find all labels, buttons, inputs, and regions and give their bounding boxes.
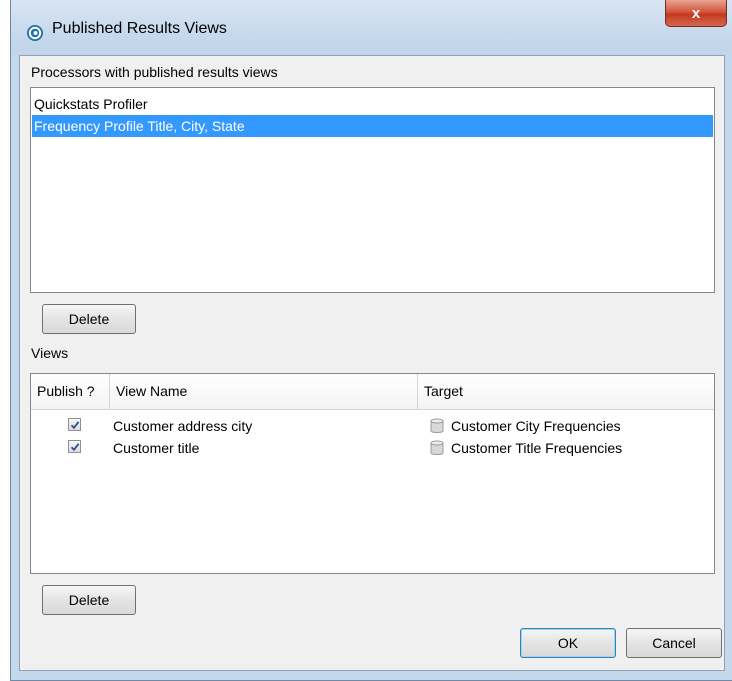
checkmark-icon bbox=[70, 442, 79, 451]
close-button[interactable]: x bbox=[665, 0, 727, 27]
views-table[interactable]: Publish ? View Name Target Customer addr… bbox=[30, 373, 715, 574]
view-name-cell: Customer address city bbox=[113, 418, 253, 434]
dialog-window: Published Results Views x Processors wit… bbox=[10, 0, 732, 681]
cancel-button[interactable]: Cancel bbox=[626, 628, 722, 658]
column-header-view-name[interactable]: View Name bbox=[110, 374, 418, 409]
close-icon: x bbox=[691, 4, 701, 22]
views-table-header: Publish ? View Name Target bbox=[31, 374, 714, 410]
delete-processor-button[interactable]: Delete bbox=[42, 304, 136, 334]
window-title: Published Results Views bbox=[52, 20, 227, 37]
processors-label: Processors with published results views bbox=[31, 64, 278, 80]
column-header-publish[interactable]: Publish ? bbox=[31, 374, 110, 409]
processor-item-quickstats[interactable]: Quickstats Profiler bbox=[32, 93, 713, 115]
database-icon bbox=[430, 440, 444, 455]
processor-item-frequency-profile[interactable]: Frequency Profile Title, City, State bbox=[32, 115, 713, 137]
publish-checkbox[interactable] bbox=[68, 418, 81, 431]
app-logo-icon bbox=[27, 25, 43, 41]
table-row[interactable]: Customer address city Customer City Freq… bbox=[31, 415, 714, 437]
publish-checkbox[interactable] bbox=[68, 440, 81, 453]
table-row[interactable]: Customer title Customer Title Frequencie… bbox=[31, 437, 714, 459]
dialog-body: Processors with published results views … bbox=[19, 55, 725, 671]
ok-button[interactable]: OK bbox=[520, 628, 616, 658]
database-icon bbox=[430, 418, 444, 433]
column-header-target[interactable]: Target bbox=[418, 374, 714, 409]
target-cell: Customer Title Frequencies bbox=[451, 440, 623, 456]
processors-list[interactable]: Quickstats Profiler Frequency Profile Ti… bbox=[30, 87, 715, 293]
target-cell: Customer City Frequencies bbox=[451, 418, 621, 434]
checkmark-icon bbox=[70, 420, 79, 429]
delete-view-button[interactable]: Delete bbox=[42, 585, 136, 615]
views-label: Views bbox=[31, 345, 69, 361]
view-name-cell: Customer title bbox=[113, 440, 200, 456]
title-bar[interactable]: Published Results Views x bbox=[11, 0, 732, 55]
